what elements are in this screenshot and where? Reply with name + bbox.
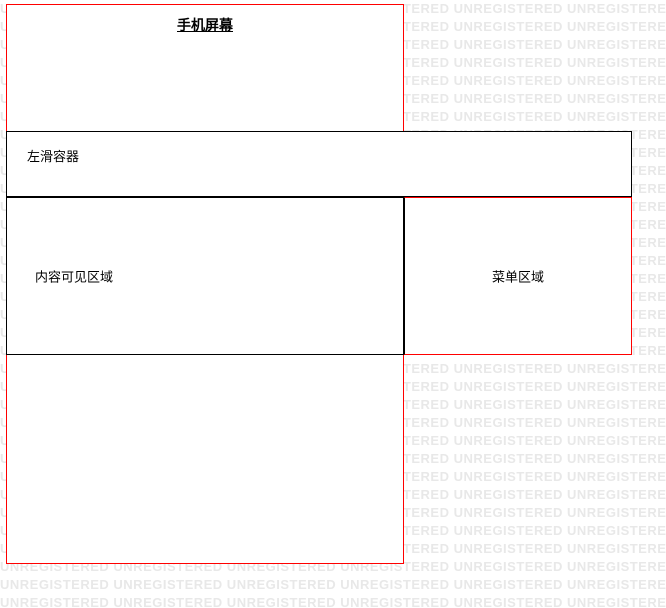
- slide-left-container-label: 左滑容器: [27, 146, 79, 165]
- phone-screen-title: 手机屏幕: [177, 15, 233, 35]
- diagram-stage: 手机屏幕 左滑容器 内容可见区域 菜单区域: [0, 0, 666, 608]
- slide-left-container: 左滑容器: [6, 131, 632, 197]
- menu-area: 菜单区域: [404, 197, 632, 355]
- menu-area-label: 菜单区域: [492, 267, 544, 286]
- visible-content-area-label: 内容可见区域: [35, 267, 113, 286]
- visible-content-area: 内容可见区域: [6, 197, 404, 355]
